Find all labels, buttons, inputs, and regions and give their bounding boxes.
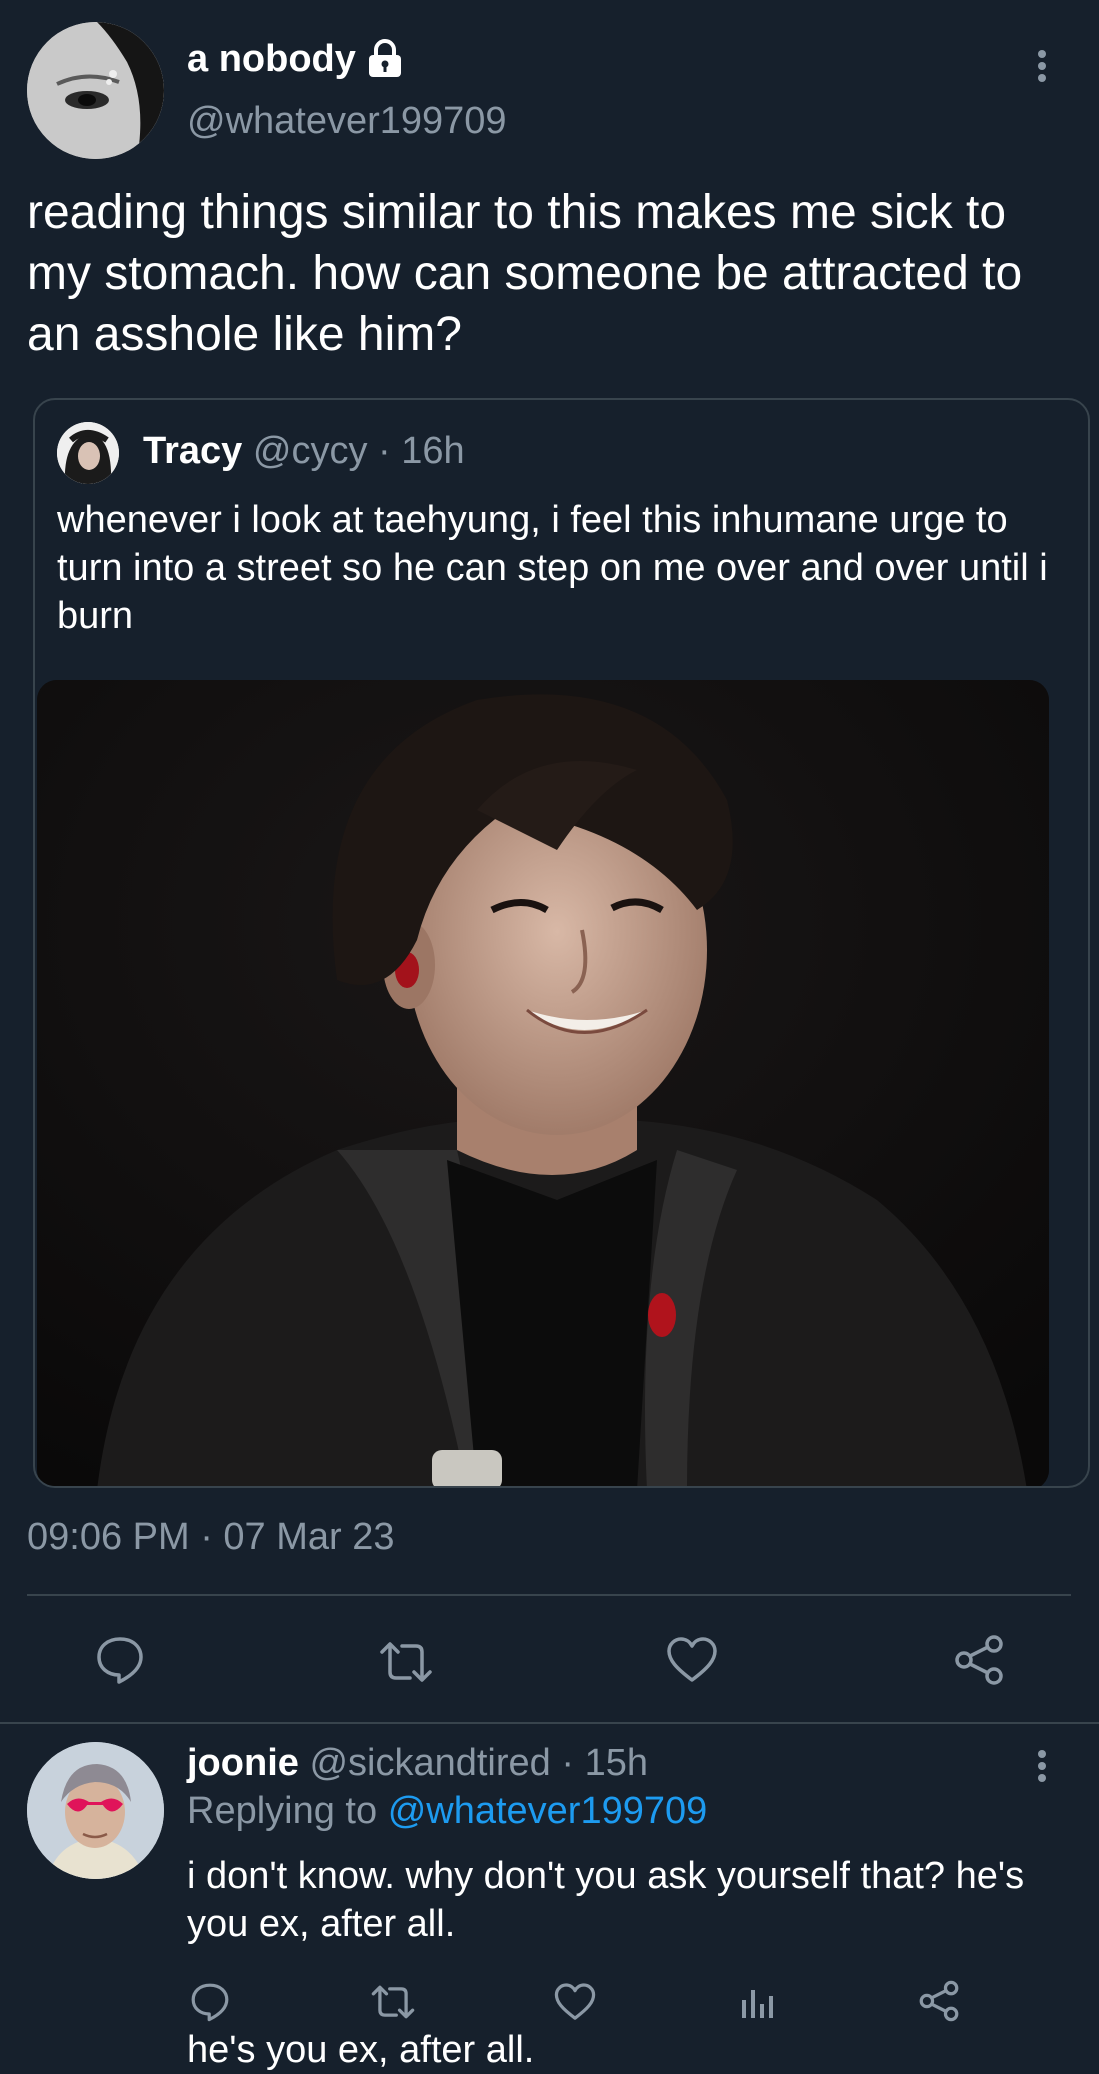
author-avatar[interactable]	[27, 22, 164, 159]
overflow-text: he's you ex, after all.	[187, 2029, 535, 2071]
quoted-author-name[interactable]: Tracy	[143, 430, 242, 472]
analytics-icon[interactable]	[740, 1986, 774, 2020]
media-photo	[37, 680, 1049, 1486]
quoted-avatar-image	[57, 422, 119, 484]
replying-to-handle[interactable]: @whatever199709	[388, 1790, 708, 1832]
reply-reply-icon[interactable]	[190, 1982, 230, 2022]
author-name-row: a nobody	[187, 36, 404, 82]
more-vertical-icon[interactable]	[1030, 48, 1054, 88]
reply-time: 15h	[584, 1742, 648, 1784]
quoted-time: 16h	[401, 430, 465, 472]
tweet-timestamp: 09:06 PM · 07 Mar 23	[27, 1516, 395, 1558]
quoted-header: Tracy @cycy · 16h	[143, 430, 465, 473]
reply-author-name[interactable]: joonie	[187, 1742, 299, 1784]
section-divider	[0, 1722, 1099, 1724]
retweet-icon[interactable]	[378, 1640, 434, 1684]
reply-author-avatar[interactable]	[27, 1742, 164, 1879]
replying-to-line: Replying to @whatever199709	[187, 1790, 707, 1833]
reply-avatar-image	[27, 1742, 164, 1879]
reply-icon[interactable]	[95, 1635, 145, 1685]
reply-more-vertical-icon[interactable]	[1030, 1748, 1054, 1788]
reply-share-icon[interactable]	[918, 1980, 960, 2022]
share-icon[interactable]	[953, 1634, 1005, 1686]
like-icon[interactable]	[666, 1636, 718, 1684]
quoted-tweet-media[interactable]	[37, 680, 1049, 1486]
quoted-tweet-text: whenever i look at taehyung, i feel this…	[57, 499, 1048, 637]
replying-to-prefix: Replying to	[187, 1790, 378, 1832]
reply-author-handle[interactable]: @sickandtired	[309, 1742, 550, 1784]
quoted-author-avatar	[57, 422, 119, 484]
author-name[interactable]: a nobody	[187, 38, 356, 81]
reply-text: i don't know. why don't you ask yourself…	[187, 1855, 1025, 1945]
quoted-author-handle[interactable]: @cycy	[253, 430, 368, 472]
reply-separator: ·	[561, 1742, 575, 1784]
author-handle[interactable]: @whatever199709	[187, 100, 507, 143]
avatar-image	[27, 22, 164, 159]
quoted-tweet-card[interactable]: Tracy @cycy · 16h whenever i look at tae…	[33, 398, 1090, 1488]
reply-retweet-icon[interactable]	[370, 1984, 416, 2020]
quoted-separator: ·	[378, 430, 391, 472]
lock-icon	[366, 39, 404, 79]
tweet-text: reading things similar to this makes me …	[27, 186, 1023, 361]
reply-header: joonie @sickandtired · 15h	[187, 1742, 648, 1785]
reply-like-icon[interactable]	[554, 1982, 596, 2022]
divider	[27, 1594, 1071, 1596]
